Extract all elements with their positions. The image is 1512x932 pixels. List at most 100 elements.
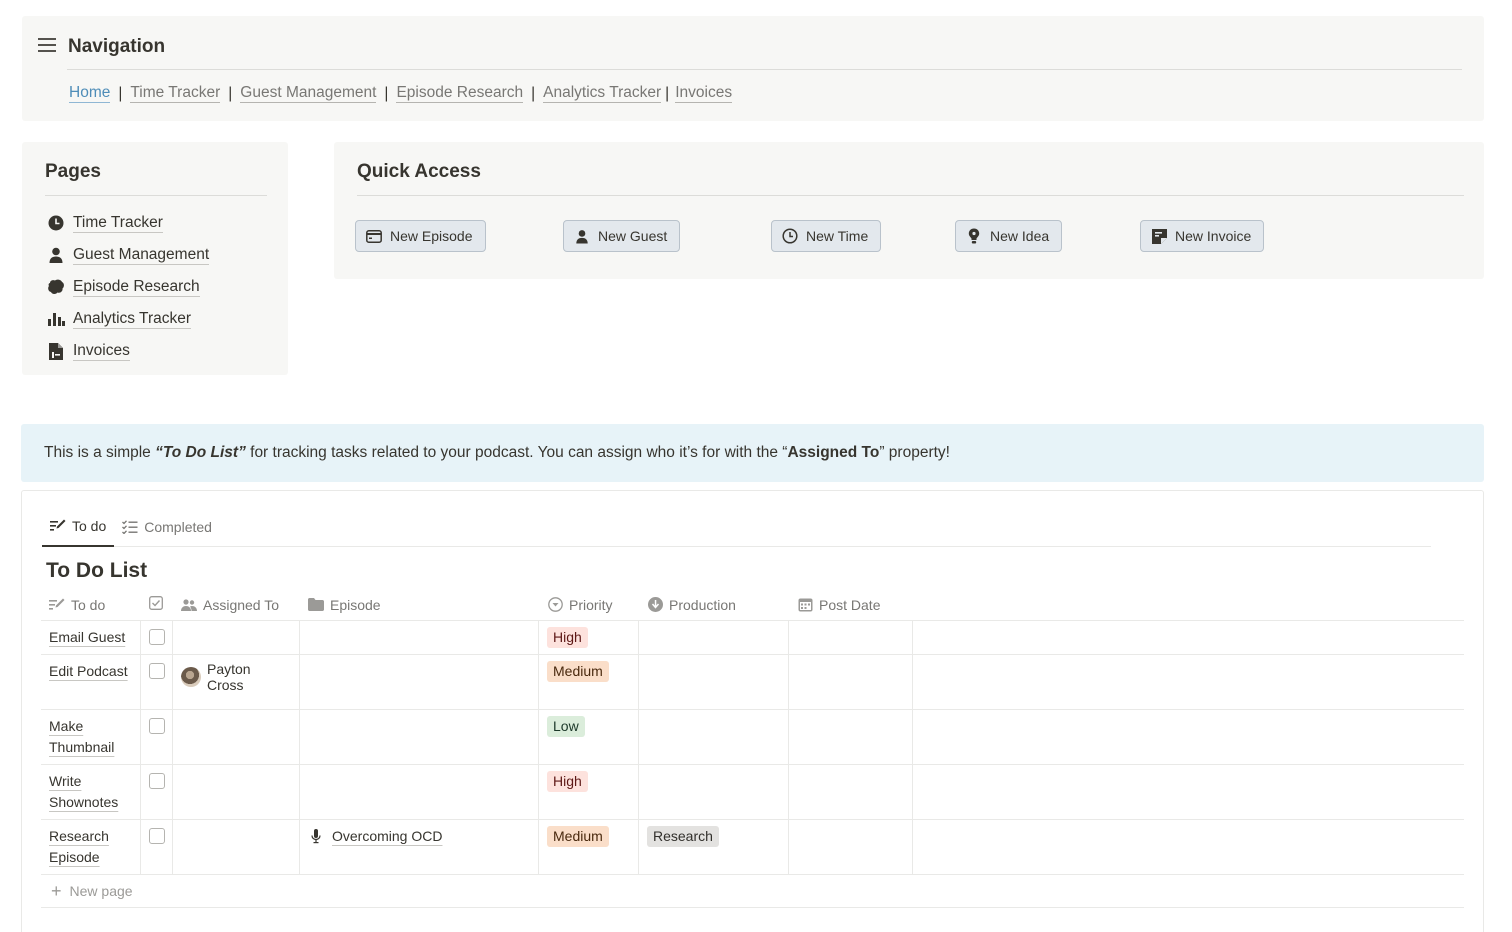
done-checkbox[interactable]	[149, 773, 165, 789]
button-label: New Idea	[990, 228, 1050, 244]
new-guest-button[interactable]: New Guest	[563, 220, 681, 252]
done-cell	[141, 710, 173, 764]
menu-icon[interactable]	[38, 37, 56, 57]
episode-cell[interactable]	[300, 765, 539, 819]
page-item-guest-management[interactable]: Guest Management	[47, 239, 210, 271]
episode-link[interactable]: Overcoming OCD	[308, 828, 530, 844]
priority-cell[interactable]: High	[539, 765, 639, 819]
production-tag: Research	[647, 826, 719, 847]
todo-name[interactable]: Make Thumbnail	[49, 718, 114, 755]
new-episode-button[interactable]: New Episode	[355, 220, 486, 252]
priority-cell[interactable]: High	[539, 621, 639, 654]
column-header-priority[interactable]: Priority	[539, 589, 639, 620]
nav-link-home[interactable]: Home	[69, 84, 111, 103]
todo-name[interactable]: Edit Podcast	[49, 663, 128, 679]
production-cell[interactable]	[639, 710, 789, 764]
column-header-production[interactable]: Production	[639, 589, 789, 620]
assigned-cell[interactable]	[173, 621, 300, 654]
post-date-cell[interactable]	[789, 765, 913, 819]
priority-cell[interactable]: Medium	[539, 820, 639, 874]
done-checkbox[interactable]	[149, 828, 165, 844]
todo-name[interactable]: Write Shownotes	[49, 773, 118, 810]
column-label: To do	[71, 596, 106, 613]
person-name: Payton Cross	[206, 661, 251, 693]
production-cell[interactable]	[639, 621, 789, 654]
page-item-invoices[interactable]: Invoices	[47, 335, 209, 367]
column-header-checkbox[interactable]	[141, 589, 173, 620]
new-page-button[interactable]: + New page	[41, 875, 1464, 908]
tab-completed[interactable]: Completed	[114, 507, 220, 546]
new-idea-button[interactable]: New Idea	[955, 220, 1063, 252]
nav-link-guest-management[interactable]: Guest Management	[240, 84, 377, 103]
priority-cell[interactable]: Low	[539, 710, 639, 764]
quick-access-card: Quick Access New Episode New Guest New T…	[334, 142, 1484, 279]
assigned-cell[interactable]	[173, 820, 300, 874]
episode-cell[interactable]	[300, 655, 539, 709]
episode-cell[interactable]	[300, 621, 539, 654]
page-item-analytics-tracker[interactable]: Analytics Tracker	[47, 303, 209, 335]
production-cell[interactable]: Research	[639, 820, 789, 874]
page-item-episode-research[interactable]: Episode Research	[47, 271, 209, 303]
document-icon	[47, 342, 65, 360]
assigned-cell[interactable]: Payton Cross	[173, 655, 300, 709]
production-cell[interactable]	[639, 765, 789, 819]
production-cell[interactable]	[639, 655, 789, 709]
todo-cell[interactable]: Make Thumbnail	[41, 710, 141, 764]
done-checkbox[interactable]	[149, 663, 165, 679]
post-date-cell[interactable]	[789, 820, 913, 874]
todo-cell[interactable]: Write Shownotes	[41, 765, 141, 819]
navigation-links: Home | Time Tracker | Guest Management |…	[69, 84, 733, 103]
person-chip: Payton Cross	[181, 661, 291, 693]
page-item-time-tracker[interactable]: Time Tracker	[47, 207, 209, 239]
episode-cell[interactable]: Overcoming OCD	[300, 820, 539, 874]
column-header-assigned-to[interactable]: Assigned To	[173, 589, 300, 620]
priority-cell[interactable]: Medium	[539, 655, 639, 709]
new-invoice-button[interactable]: New Invoice	[1140, 220, 1265, 252]
todo-cell[interactable]: Email Guest	[41, 621, 141, 654]
calendar-icon	[797, 597, 813, 613]
episode-cell[interactable]	[300, 710, 539, 764]
separator: |	[531, 84, 536, 102]
assigned-cell[interactable]	[173, 710, 300, 764]
done-checkbox[interactable]	[149, 629, 165, 645]
navigation-header: Navigation	[38, 36, 165, 58]
pages-title: Pages	[45, 161, 101, 182]
pages-card: Pages Time Tracker Guest Management Epis…	[22, 142, 288, 375]
todo-cell[interactable]: Edit Podcast	[41, 655, 141, 709]
clock-icon	[782, 228, 798, 244]
assigned-cell[interactable]	[173, 765, 300, 819]
nav-link-time-tracker[interactable]: Time Tracker	[130, 84, 221, 103]
table-row[interactable]: Edit Podcast Payton Cross Medium	[41, 655, 1464, 710]
column-label: Priority	[569, 596, 613, 613]
nav-link-episode-research[interactable]: Episode Research	[396, 84, 524, 103]
button-label: New Episode	[390, 228, 473, 244]
button-label: New Invoice	[1175, 228, 1252, 244]
todo-cell[interactable]: Research Episode	[41, 820, 141, 874]
bar-chart-icon	[47, 310, 65, 328]
post-date-cell[interactable]	[789, 621, 913, 654]
people-icon	[181, 597, 197, 613]
table-row[interactable]: Write Shownotes High	[41, 765, 1464, 820]
nav-link-invoices[interactable]: Invoices	[675, 84, 733, 103]
column-header-to-do[interactable]: To do	[41, 589, 141, 620]
nav-link-analytics-tracker[interactable]: Analytics Tracker	[543, 84, 662, 103]
new-time-button[interactable]: New Time	[771, 220, 882, 252]
lightbulb-icon	[966, 228, 982, 244]
button-label: New Guest	[598, 228, 668, 244]
post-date-cell[interactable]	[789, 710, 913, 764]
done-checkbox[interactable]	[149, 718, 165, 734]
status-icon	[647, 597, 663, 613]
post-date-cell[interactable]	[789, 655, 913, 709]
column-header-episode[interactable]: Episode	[300, 589, 539, 620]
person-icon	[47, 246, 65, 264]
page-item-label: Guest Management	[73, 246, 210, 265]
tab-label: To do	[72, 518, 107, 534]
table-row[interactable]: Research Episode Overcoming OCD Medium R…	[41, 820, 1464, 875]
table-row[interactable]: Email Guest High	[41, 621, 1464, 655]
done-cell	[141, 655, 173, 709]
column-header-post-date[interactable]: Post Date	[789, 589, 913, 620]
todo-name[interactable]: Email Guest	[49, 629, 125, 645]
tab-to-do[interactable]: To do	[42, 507, 115, 547]
todo-name[interactable]: Research Episode	[49, 828, 109, 865]
table-row[interactable]: Make Thumbnail Low	[41, 710, 1464, 765]
